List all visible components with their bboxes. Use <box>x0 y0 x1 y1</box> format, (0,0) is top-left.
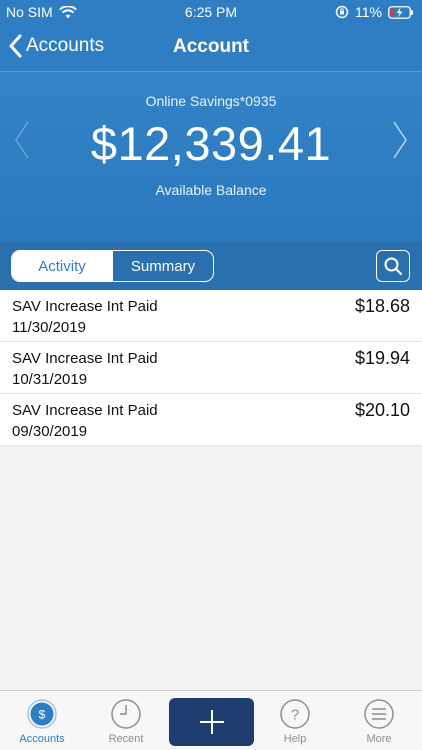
clock-icon <box>111 699 141 729</box>
svg-text:$: $ <box>39 708 46 722</box>
battery-percent: 11% <box>355 4 382 20</box>
search-icon <box>384 257 403 276</box>
svg-text:?: ? <box>291 707 299 724</box>
search-button[interactable] <box>376 250 410 282</box>
transaction-description: SAV Increase Int Paid <box>12 402 158 419</box>
tab-more-label: More <box>366 733 392 745</box>
tab-recent[interactable]: Recent <box>84 691 168 750</box>
question-icon: ? <box>280 699 310 729</box>
orientation-lock-icon <box>335 5 349 19</box>
back-button[interactable]: Accounts <box>8 34 104 58</box>
transaction-amount: $19.94 <box>354 348 410 368</box>
transaction-date: 09/30/2019 <box>12 423 88 440</box>
chevron-left-icon <box>9 34 22 58</box>
plus-icon <box>199 710 224 734</box>
tab-accounts-label: Accounts <box>19 733 65 745</box>
transaction-date: 10/31/2019 <box>12 371 88 388</box>
back-button-label: Accounts <box>26 35 105 56</box>
add-button[interactable] <box>169 698 254 746</box>
tab-accounts[interactable]: $ Accounts <box>0 691 84 750</box>
tab-help[interactable]: ? Help <box>253 691 337 750</box>
tab-summary[interactable]: Summary <box>112 251 213 281</box>
account-balance: $12,339.41 <box>90 117 332 170</box>
transaction-row[interactable]: SAV Increase Int Paid 10/31/2019 $19.94 <box>0 342 422 394</box>
tab-more[interactable]: More <box>337 691 421 750</box>
status-right: 11% <box>335 4 414 20</box>
account-name: Online Savings*0935 <box>145 93 277 109</box>
transaction-description: SAV Increase Int Paid <box>12 298 158 315</box>
tab-activity[interactable]: Activity <box>12 251 112 281</box>
transaction-amount: $20.10 <box>354 400 410 420</box>
transaction-list: SAV Increase Int Paid 11/30/2019 $18.68 … <box>0 290 422 446</box>
menu-icon <box>364 699 394 729</box>
segment-bar: Activity Summary <box>0 242 422 290</box>
balance-label: Available Balance <box>155 182 267 198</box>
tab-bar: $ Accounts Recent ? Help More <box>0 690 422 750</box>
transaction-row[interactable]: SAV Increase Int Paid 09/30/2019 $20.10 <box>0 394 422 446</box>
battery-charging-icon <box>388 5 413 19</box>
balance-header: Online Savings*0935 $12,339.41 Available… <box>0 72 422 242</box>
nav-bar: Accounts Account <box>0 24 422 72</box>
activity-summary-toggle: Activity Summary <box>11 250 214 282</box>
tab-help-label: Help <box>283 733 307 745</box>
transaction-row[interactable]: SAV Increase Int Paid 11/30/2019 $18.68 <box>0 290 422 342</box>
transaction-description: SAV Increase Int Paid <box>12 350 158 367</box>
tab-recent-label: Recent <box>108 733 144 745</box>
transaction-date: 11/30/2019 <box>12 319 86 336</box>
dollar-icon: $ <box>27 699 57 729</box>
transaction-amount: $18.68 <box>354 296 410 316</box>
next-account-arrow[interactable] <box>388 118 412 162</box>
status-bar: No SIM 6:25 PM 11% <box>0 0 422 24</box>
